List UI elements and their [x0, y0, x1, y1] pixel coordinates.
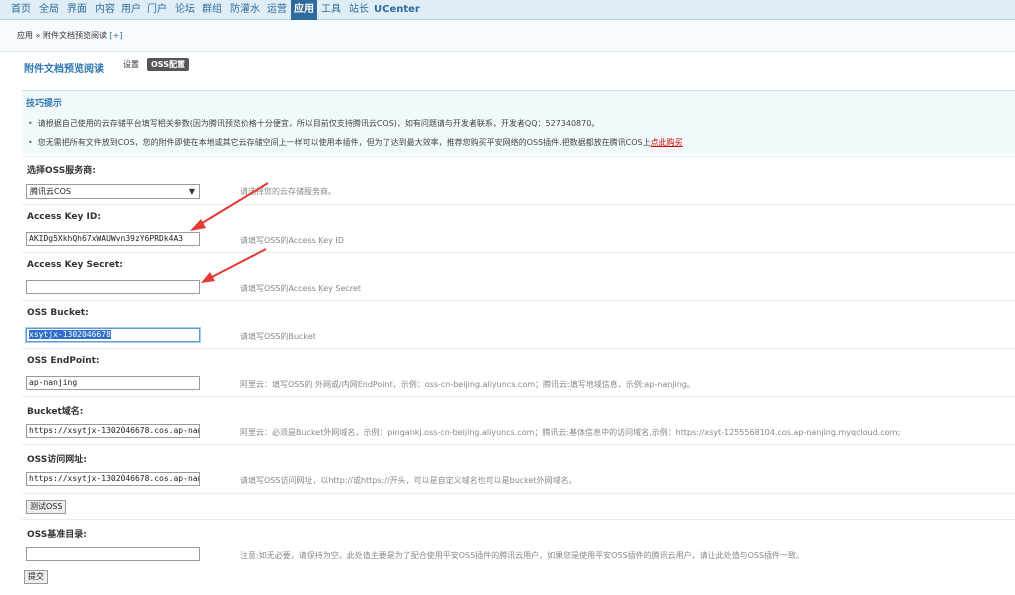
annotation-arrows — [190, 182, 269, 283]
arrow-to-access-key-secret — [201, 248, 267, 283]
arrow-to-access-key-id — [190, 182, 269, 231]
